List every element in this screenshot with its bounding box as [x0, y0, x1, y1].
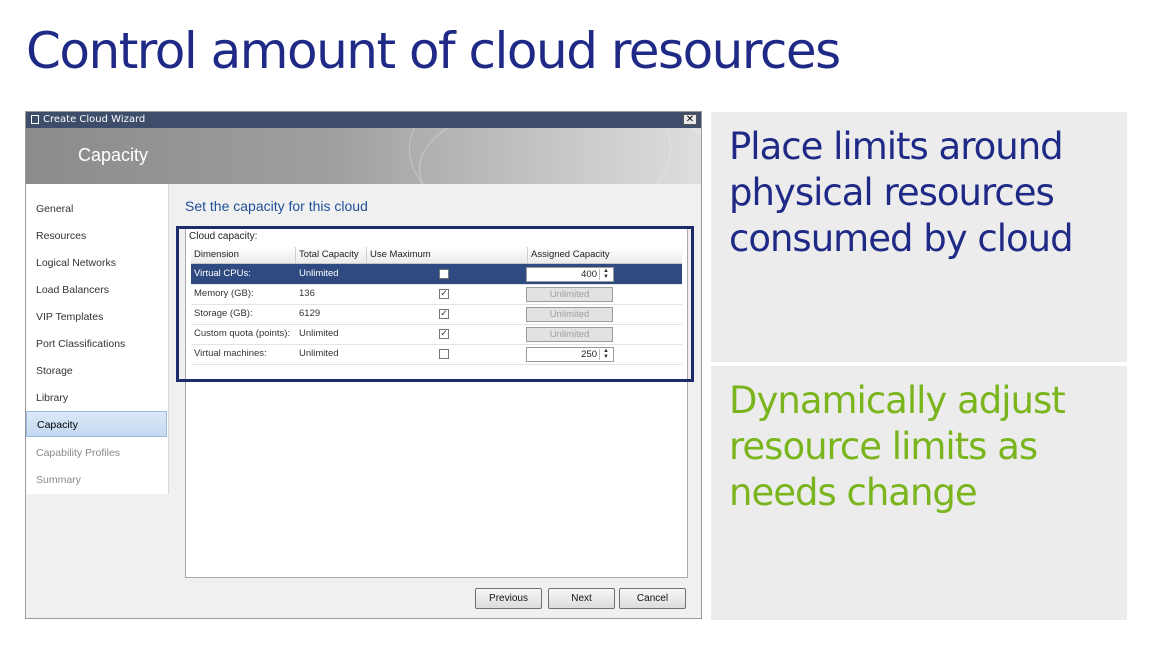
- nav-item-port-classifications[interactable]: Port Classifications: [26, 331, 167, 357]
- window-titlebar[interactable]: Create Cloud Wizard ✕: [26, 112, 701, 128]
- app-icon: [31, 115, 39, 124]
- window-title: Create Cloud Wizard: [43, 114, 146, 125]
- nav-item-load-balancers[interactable]: Load Balancers: [26, 277, 167, 303]
- callout-text: Dynamically adjust resource limits as ne…: [729, 378, 1066, 516]
- banner-decoration: [409, 128, 671, 184]
- nav-item-summary: Summary: [36, 474, 81, 486]
- callout-line: physical resources: [729, 171, 1055, 214]
- nav-item-vip-templates[interactable]: VIP Templates: [26, 304, 167, 330]
- wizard-step-nav: General Resources Logical Networks Load Bal…: [26, 184, 169, 494]
- wizard-banner: Capacity: [26, 128, 701, 184]
- callout-line: resource limits as: [729, 425, 1038, 468]
- cancel-button[interactable]: Cancel: [619, 588, 686, 609]
- nav-item-storage[interactable]: Storage: [26, 358, 167, 384]
- callout-line: needs change: [729, 471, 978, 514]
- nav-item-library[interactable]: Library: [26, 385, 167, 411]
- capacity-highlight-frame: [176, 226, 694, 382]
- nav-item-general[interactable]: General: [26, 196, 167, 222]
- banner-title: Capacity: [78, 145, 149, 165]
- nav-item-capacity[interactable]: Capacity: [26, 411, 167, 437]
- close-icon[interactable]: ✕: [683, 114, 697, 125]
- callout-line: consumed by cloud: [729, 217, 1074, 260]
- callout-place-limits: Place limits around physical resources c…: [711, 112, 1127, 362]
- callout-line: Place limits around: [729, 125, 1064, 168]
- previous-button[interactable]: Previous: [475, 588, 542, 609]
- nav-item-logical-networks[interactable]: Logical Networks: [26, 250, 167, 276]
- next-button[interactable]: Next: [548, 588, 615, 609]
- content-heading: Set the capacity for this cloud: [185, 198, 368, 214]
- nav-item-resources[interactable]: Resources: [26, 223, 167, 249]
- callout-dynamically-adjust: Dynamically adjust resource limits as ne…: [711, 366, 1127, 620]
- callout-text: Place limits around physical resources c…: [729, 124, 1074, 262]
- slide-title: Control amount of cloud resources: [26, 22, 841, 80]
- callout-line: Dynamically adjust: [729, 379, 1066, 422]
- nav-item-capability-profiles: Capability Profiles: [36, 447, 121, 459]
